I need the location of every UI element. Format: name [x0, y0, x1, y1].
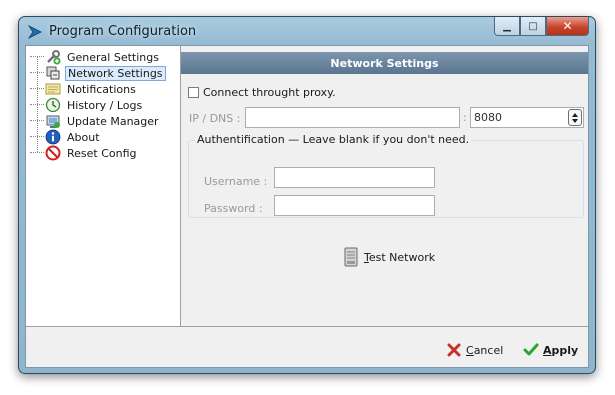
username-input[interactable] [274, 167, 435, 188]
proxy-checkbox-label[interactable]: Connect throught proxy. [203, 86, 336, 99]
apply-button[interactable]: Apply [523, 342, 578, 358]
sidebar-item-about[interactable]: About [30, 129, 102, 145]
port-spin-buttons[interactable] [568, 109, 582, 126]
spin-up-icon[interactable] [572, 113, 578, 117]
sidebar-item-update-manager[interactable]: Update Manager [30, 113, 161, 129]
sidebar-item-label: Notifications [67, 82, 136, 96]
port-separator: : [463, 111, 467, 124]
tree-connector [30, 72, 44, 74]
username-label: Username : [204, 175, 268, 188]
reset-icon [45, 145, 61, 161]
sidebar-item-label: General Settings [67, 50, 159, 64]
minimize-button[interactable]: ▁ [494, 17, 520, 36]
dialog-footer: Cancel Apply [26, 326, 588, 367]
caption-buttons: ▁ □ ✕ [494, 17, 589, 37]
sidebar-item-general-settings[interactable]: General Settings [30, 49, 161, 65]
cross-icon [446, 342, 462, 358]
history-icon [45, 97, 61, 113]
apply-label: Apply [543, 343, 579, 357]
port-stepper[interactable]: 8080 [470, 107, 584, 128]
server-icon [343, 247, 359, 267]
notifications-icon [45, 81, 61, 97]
sidebar-item-network-settings[interactable]: Network Settings [30, 65, 166, 81]
maximize-button[interactable]: □ [520, 17, 546, 36]
update-icon [45, 113, 61, 129]
sidebar-item-reset-config[interactable]: Reset Config [30, 145, 139, 161]
tree-connector [30, 104, 44, 106]
cancel-button[interactable]: Cancel [446, 342, 503, 358]
tree-connector [30, 88, 44, 90]
network-icon [45, 65, 61, 81]
info-icon [45, 129, 61, 145]
config-window: Program Configuration ▁ □ ✕ General Sett… [18, 16, 596, 374]
sidebar-item-history-logs[interactable]: History / Logs [30, 97, 144, 113]
sidebar-item-label: About [67, 130, 100, 144]
password-input[interactable] [274, 195, 435, 216]
proxy-option[interactable]: Connect throught proxy. [188, 86, 336, 99]
ip-dns-input[interactable] [245, 107, 460, 128]
title-bar[interactable]: Program Configuration ▁ □ ✕ [19, 17, 595, 47]
tree-connector [30, 152, 44, 154]
network-settings-panel: Network Settings Connect throught proxy.… [181, 46, 588, 326]
window-title: Program Configuration [49, 24, 197, 39]
tree-connector [30, 56, 44, 58]
sidebar-item-notifications[interactable]: Notifications [30, 81, 138, 97]
window-client: General Settings Network Settings Notifi… [25, 45, 589, 368]
proxy-checkbox[interactable] [188, 87, 199, 98]
auth-group-legend: Authentification — Leave blank if you do… [195, 133, 472, 146]
close-button[interactable]: ✕ [546, 17, 589, 36]
sidebar-item-label: Network Settings [65, 65, 166, 81]
app-icon [27, 23, 45, 41]
sidebar-item-label: Reset Config [67, 146, 137, 160]
panel-header: Network Settings [181, 52, 588, 74]
password-label: Password : [204, 202, 263, 215]
authentication-group: Authentification — Leave blank if you do… [188, 133, 584, 218]
cancel-label: Cancel [466, 343, 504, 357]
settings-icon [45, 49, 61, 65]
port-value: 8080 [474, 111, 502, 124]
settings-tree: General Settings Network Settings Notifi… [26, 46, 181, 326]
tree-connector [30, 136, 44, 138]
test-network-button[interactable]: Test Network [343, 247, 435, 267]
checkmark-icon [523, 342, 539, 358]
test-network-label: Test Network [364, 250, 436, 264]
sidebar-item-label: History / Logs [67, 98, 143, 112]
tree-connector [30, 120, 44, 122]
spin-down-icon[interactable] [572, 119, 578, 123]
ip-dns-label: IP / DNS : [189, 112, 241, 125]
sidebar-item-label: Update Manager [67, 114, 159, 128]
